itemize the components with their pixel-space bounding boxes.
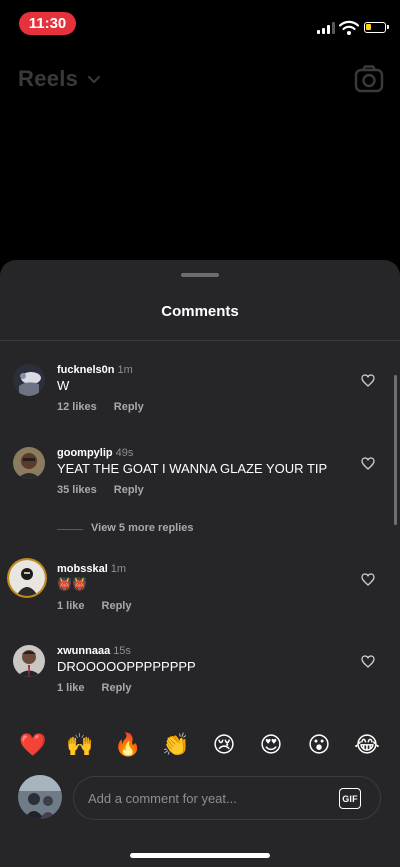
comment-username[interactable]: goompylip <box>57 447 113 459</box>
emoji-fire[interactable]: 🔥 <box>113 730 143 760</box>
comment-header: goompylip 49s <box>57 447 133 459</box>
divider <box>0 340 400 341</box>
emoji-clapping[interactable]: 👏 <box>161 730 191 760</box>
home-indicator <box>130 853 270 858</box>
comment-time: 1m <box>110 563 127 575</box>
emoji-surprised[interactable]: 😮 <box>304 730 334 760</box>
emoji-laughing[interactable]: 😂 <box>352 730 382 760</box>
gif-button[interactable]: GIF <box>339 788 361 809</box>
wifi-icon <box>339 20 359 35</box>
comment-header: mobsskal 1m <box>57 563 126 575</box>
comment-username[interactable]: fucknels0n <box>57 364 114 376</box>
comments-sheet: Comments fucknels0n1m W 12 likesReply <box>0 260 400 867</box>
camera-icon[interactable] <box>354 64 384 94</box>
reels-title[interactable]: Reels <box>18 66 78 92</box>
divider <box>57 529 83 530</box>
sheet-drag-handle[interactable] <box>181 273 219 277</box>
status-bar: 11:30 <box>0 0 400 48</box>
comment-text: YEAT THE GOAT I WANNA GLAZE YOUR TIP <box>57 461 328 476</box>
status-time: 11:30 <box>19 12 76 35</box>
emoji-reaction-bar: ❤️ 🙌 🔥 👏 😢 😍 😮 😂 <box>0 730 400 760</box>
avatar[interactable] <box>18 775 62 819</box>
avatar[interactable] <box>13 447 45 479</box>
emoji-raising-hands[interactable]: 🙌 <box>65 730 95 760</box>
comment-username[interactable]: xwunnaaa <box>57 645 110 657</box>
comment-time: 1m <box>117 364 133 376</box>
comment-meta: 1 like Reply <box>57 600 132 612</box>
avatar[interactable] <box>9 560 45 596</box>
scrollbar[interactable] <box>394 375 397 525</box>
view-more-replies-label[interactable]: View 5 more replies <box>91 522 194 534</box>
reels-header: Reels <box>18 62 386 98</box>
reply-button[interactable]: Reply <box>114 401 144 413</box>
comment-text: W <box>57 378 70 393</box>
comment-input[interactable] <box>73 776 381 820</box>
heart-icon[interactable] <box>361 374 375 387</box>
comment-likes[interactable]: 12 likes <box>57 401 97 413</box>
avatar[interactable] <box>13 364 45 396</box>
chevron-down-icon[interactable] <box>87 72 101 86</box>
comment-username[interactable]: mobsskal <box>57 563 108 575</box>
reply-button[interactable]: Reply <box>102 682 132 694</box>
cellular-signal-icon <box>317 22 335 34</box>
battery-icon <box>364 22 389 33</box>
comment-likes[interactable]: 1 like <box>57 682 85 694</box>
reply-button[interactable]: Reply <box>102 600 132 612</box>
comment-likes[interactable]: 1 like <box>57 600 85 612</box>
heart-icon[interactable] <box>361 457 375 470</box>
reply-button[interactable]: Reply <box>114 484 144 496</box>
comment-meta: 1 like Reply <box>57 682 132 694</box>
emoji-heart[interactable]: ❤️ <box>18 730 48 760</box>
heart-icon[interactable] <box>361 655 375 668</box>
comment-time: 49s <box>115 447 134 459</box>
comment-time: 15s <box>113 645 131 657</box>
comment-meta: 35 likes Reply <box>57 484 144 496</box>
comment-composer: GIF <box>0 772 400 826</box>
comment-meta: 12 likes Reply <box>57 401 144 413</box>
comment-header: fucknels0n 1m <box>57 364 133 376</box>
comment-text: 👹👹 <box>57 577 87 591</box>
avatar[interactable] <box>13 645 45 677</box>
sheet-title: Comments <box>161 303 239 320</box>
comment-likes[interactable]: 35 likes <box>57 484 97 496</box>
heart-icon[interactable] <box>361 573 375 586</box>
comment-header: xwunnaaa 15s <box>57 645 131 657</box>
comment-text: DROOOOOPPPPPPPP <box>57 659 196 674</box>
emoji-heart-eyes[interactable]: 😍 <box>256 730 286 760</box>
emoji-crying[interactable]: 😢 <box>209 730 239 760</box>
